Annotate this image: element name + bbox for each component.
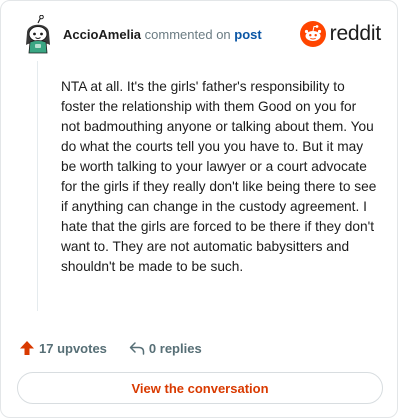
post-link[interactable]: post xyxy=(234,27,261,42)
snoo-avatar-icon[interactable] xyxy=(21,14,55,55)
comment-body: NTA at all. It's the girls' father's res… xyxy=(61,79,377,274)
reddit-brand[interactable]: reddit xyxy=(299,19,382,49)
comment-byline: AccioAmelia commented on post xyxy=(63,27,262,42)
upvote-label: 17 upvotes xyxy=(39,340,107,356)
thread-line xyxy=(37,61,38,311)
byline-action-text: commented on xyxy=(144,27,231,42)
view-conversation-button[interactable]: View the conversation xyxy=(17,372,383,404)
upvote-count[interactable]: 17 upvotes xyxy=(19,340,107,356)
upvote-arrow-icon xyxy=(20,341,34,355)
reply-count[interactable]: 0 replies xyxy=(129,340,202,356)
comment-header: AccioAmelia commented on post reddit xyxy=(21,14,382,55)
reply-label: 0 replies xyxy=(148,340,202,356)
reply-arrow-icon xyxy=(129,342,145,355)
comment-embed-card: AccioAmelia commented on post reddit NTA… xyxy=(0,0,398,418)
reddit-wordmark: reddit xyxy=(329,22,382,45)
username-link[interactable]: AccioAmelia xyxy=(63,27,141,42)
comment-footer: 17 upvotes 0 replies xyxy=(19,337,224,359)
reddit-snoo-logo-icon xyxy=(299,21,326,47)
